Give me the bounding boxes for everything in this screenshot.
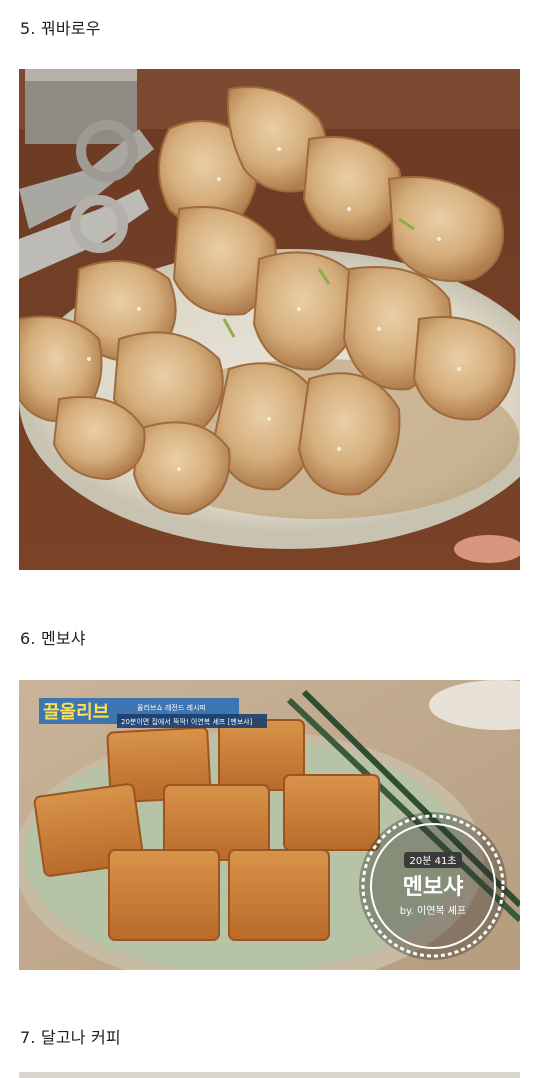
show-caption: 20분이면 집에서 뚝딱! 이연복 셰프 [멘보샤] <box>121 717 253 726</box>
show-logo: 끌올리브 <box>43 702 109 723</box>
chef-label: by. 이연복 셰프 <box>400 905 466 917</box>
section-heading-5: 5. 꿔바로우 <box>20 19 101 38</box>
food-photo-guobaorou <box>19 69 520 570</box>
show-subtitle: 올리브쇼 레전드 레시피 <box>137 703 206 712</box>
section-heading-6: 6. 멘보샤 <box>20 629 86 648</box>
food-photo-dalgona-coffee <box>19 1072 520 1078</box>
timer-label: 20분 41초 <box>409 855 456 867</box>
section-heading-7: 7. 달고나 커피 <box>20 1028 121 1047</box>
food-photo-menbosha: 끌올리브 올리브쇼 레전드 레시피 20분이면 집에서 뚝딱! 이연복 셰프 [… <box>19 680 520 970</box>
dish-name: 멘보샤 <box>403 875 464 900</box>
